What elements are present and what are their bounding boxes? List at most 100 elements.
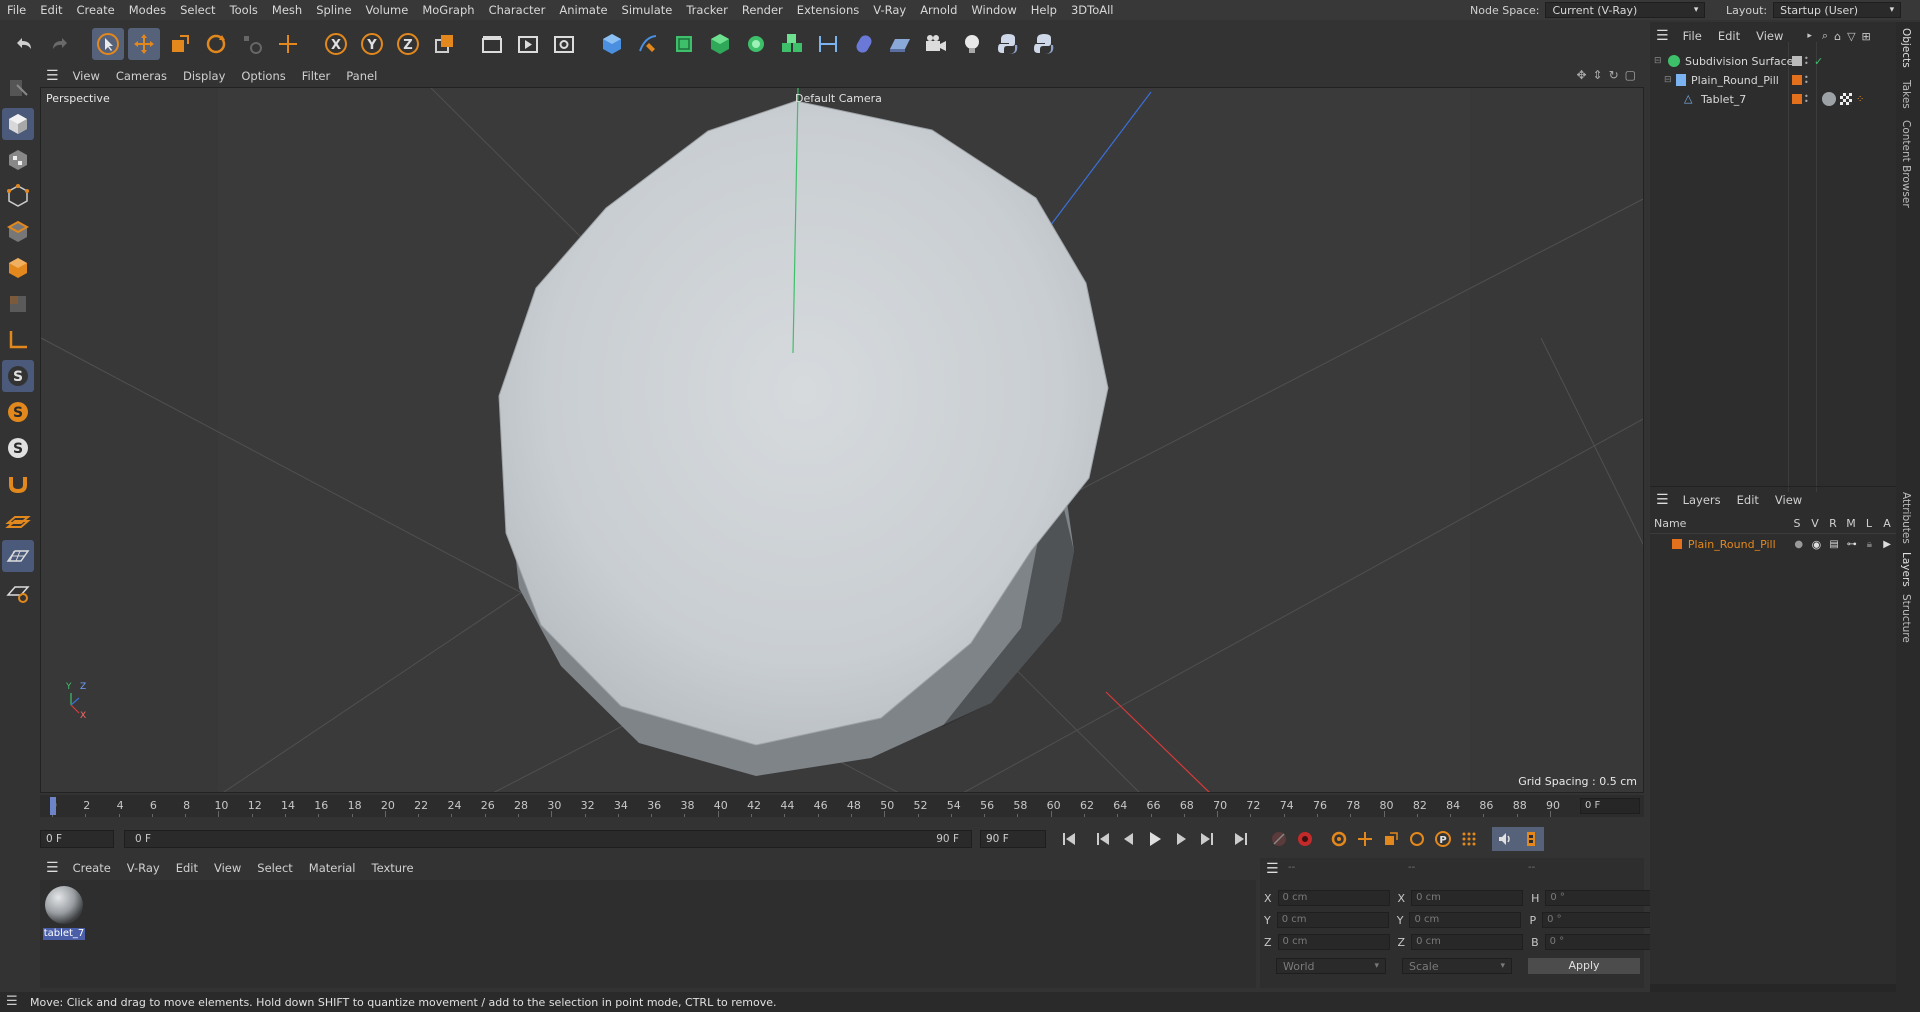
visibility-dots-icon[interactable]: • •	[1804, 55, 1809, 68]
coordinate-type-dropdown[interactable]: Scale ▾	[1402, 958, 1512, 974]
new-window-icon[interactable]: ⊞	[1862, 30, 1871, 43]
menu-edit[interactable]: Edit	[33, 3, 69, 17]
objects-menu-edit[interactable]: Edit	[1710, 29, 1748, 43]
material-menu-material[interactable]: Material	[301, 861, 364, 875]
locked-workplane-button[interactable]	[2, 540, 34, 572]
edit-render-toggle-icon[interactable]	[1792, 56, 1802, 66]
collapse-icon[interactable]: ⊟	[1664, 75, 1672, 85]
scale-tool-button[interactable]	[164, 28, 196, 60]
frame-range-slider[interactable]: 0 F 90 F	[124, 830, 972, 848]
material-swatch[interactable]: tablet_7	[43, 884, 85, 940]
clapboard-icon[interactable]: ▤	[1825, 539, 1843, 550]
undo-button[interactable]	[8, 28, 40, 60]
tab-layers[interactable]: Layers	[1900, 552, 1912, 587]
select-tool-button[interactable]	[92, 28, 124, 60]
workplane-align-button[interactable]	[2, 576, 34, 608]
collapse-icon[interactable]: ⊟	[1654, 56, 1662, 66]
layer-color-icon[interactable]	[1792, 94, 1802, 104]
subdivision-button[interactable]	[668, 28, 700, 60]
viewport-menu-cameras[interactable]: Cameras	[108, 69, 175, 83]
pan-icon[interactable]: ✥	[1576, 68, 1586, 82]
layer-row[interactable]: Plain_Round_Pill ● ◉ ▤ ⊶ 🔒︎ ▶	[1650, 535, 1896, 553]
material-menu-texture[interactable]: Texture	[364, 861, 422, 875]
menu-spline[interactable]: Spline	[309, 3, 358, 17]
apply-button[interactable]: Apply	[1528, 958, 1640, 974]
magnet-button[interactable]	[2, 468, 34, 500]
position-y-field[interactable]: 0 cm	[1276, 912, 1389, 928]
previous-key-button[interactable]	[1090, 827, 1116, 851]
edge-mode-button[interactable]	[2, 216, 34, 248]
layers-col-manager[interactable]: M	[1842, 517, 1860, 530]
rotation-h-field[interactable]: 0 °	[1545, 890, 1658, 906]
coordinate-system-button[interactable]	[428, 28, 460, 60]
sound-button[interactable]	[1492, 827, 1518, 851]
add-tool-button[interactable]	[272, 28, 304, 60]
menu-extensions[interactable]: Extensions	[790, 3, 866, 17]
viewport-menu-panel[interactable]: Panel	[338, 69, 385, 83]
field-button[interactable]	[812, 28, 844, 60]
menu-mograph[interactable]: MoGraph	[415, 3, 481, 17]
menu-volume[interactable]: Volume	[359, 3, 416, 17]
material-menu-edit[interactable]: Edit	[168, 861, 206, 875]
layers-col-animation[interactable]: A	[1878, 517, 1896, 530]
deformer-button[interactable]	[776, 28, 808, 60]
menu-window[interactable]: Window	[964, 3, 1023, 17]
vertex-map-tag-icon[interactable]: ⁘	[1856, 94, 1864, 105]
menu-character[interactable]: Character	[482, 3, 553, 17]
material-menu-select[interactable]: Select	[249, 861, 300, 875]
maximize-icon[interactable]: ▢	[1625, 68, 1636, 82]
end-frame-field[interactable]: 90 F	[980, 830, 1046, 848]
model-mode-button[interactable]	[2, 108, 34, 140]
search-icon[interactable]: ⌕	[1822, 29, 1828, 43]
layers-col-locked[interactable]: L	[1860, 517, 1878, 530]
eye-icon[interactable]: ◉	[1808, 538, 1826, 551]
axis-mode-button[interactable]	[2, 324, 34, 356]
position-x-field[interactable]: 0 cm	[1277, 890, 1390, 906]
menu-create[interactable]: Create	[70, 3, 122, 17]
render-view-button[interactable]	[512, 28, 544, 60]
point-mode-button[interactable]	[2, 180, 34, 212]
render-settings-button[interactable]	[548, 28, 580, 60]
coordinate-mode-dropdown[interactable]: World ▾	[1276, 958, 1386, 974]
visibility-dots-icon[interactable]: • •	[1804, 93, 1809, 106]
object-row[interactable]: △ Tablet_7 • • ⁘	[1650, 90, 1896, 108]
playhead[interactable]	[50, 797, 56, 815]
timeline-button[interactable]	[1518, 827, 1544, 851]
menu-animate[interactable]: Animate	[552, 3, 614, 17]
material-tag-icon[interactable]	[1822, 92, 1836, 106]
visibility-dots-icon[interactable]: • •	[1804, 74, 1809, 87]
play-button[interactable]	[1142, 827, 1168, 851]
python-script-button[interactable]	[992, 28, 1024, 60]
python-plugin-button[interactable]	[1028, 28, 1060, 60]
object-row[interactable]: ⊟ Subdivision Surface • • ✓	[1650, 52, 1896, 70]
viewport-perspective[interactable]: Y Z X Perspective Default Camera Grid Sp…	[40, 87, 1644, 793]
tab-objects[interactable]: Objects	[1900, 28, 1912, 68]
workplane-button[interactable]	[2, 504, 34, 536]
snap-settings-button[interactable]: S	[2, 396, 34, 428]
cloner-button[interactable]	[740, 28, 772, 60]
menu-mesh[interactable]: Mesh	[265, 3, 309, 17]
menu-arnold[interactable]: Arnold	[913, 3, 964, 17]
lock-icon[interactable]: 🔒︎	[1861, 539, 1879, 550]
rotate-tool-button[interactable]	[200, 28, 232, 60]
objects-menu-view[interactable]: View	[1748, 29, 1791, 43]
hamburger-icon[interactable]: ☰	[1650, 28, 1675, 44]
rotation-p-field[interactable]: 0 °	[1542, 912, 1655, 928]
snap-button[interactable]: S	[2, 360, 34, 392]
hamburger-icon[interactable]: ☰	[40, 68, 65, 84]
layers-menu-view[interactable]: View	[1767, 493, 1810, 507]
layers-col-solo[interactable]: S	[1788, 517, 1806, 530]
chevron-right-icon[interactable]: ▸	[1807, 31, 1812, 41]
material-menu-view[interactable]: View	[206, 861, 249, 875]
objects-menu-file[interactable]: File	[1675, 29, 1710, 43]
position-z-field[interactable]: 0 cm	[1277, 934, 1390, 950]
menu-select[interactable]: Select	[173, 3, 222, 17]
camera-label[interactable]: Default Camera	[795, 92, 882, 105]
filter-icon[interactable]: ▽	[1847, 30, 1855, 43]
pen-spline-button[interactable]	[632, 28, 664, 60]
menu-render[interactable]: Render	[735, 3, 790, 17]
texture-mode-button[interactable]	[2, 144, 34, 176]
viewport-menu-filter[interactable]: Filter	[294, 69, 338, 83]
tag-button[interactable]	[848, 28, 880, 60]
current-frame-field[interactable]: 0 F	[1580, 798, 1640, 814]
